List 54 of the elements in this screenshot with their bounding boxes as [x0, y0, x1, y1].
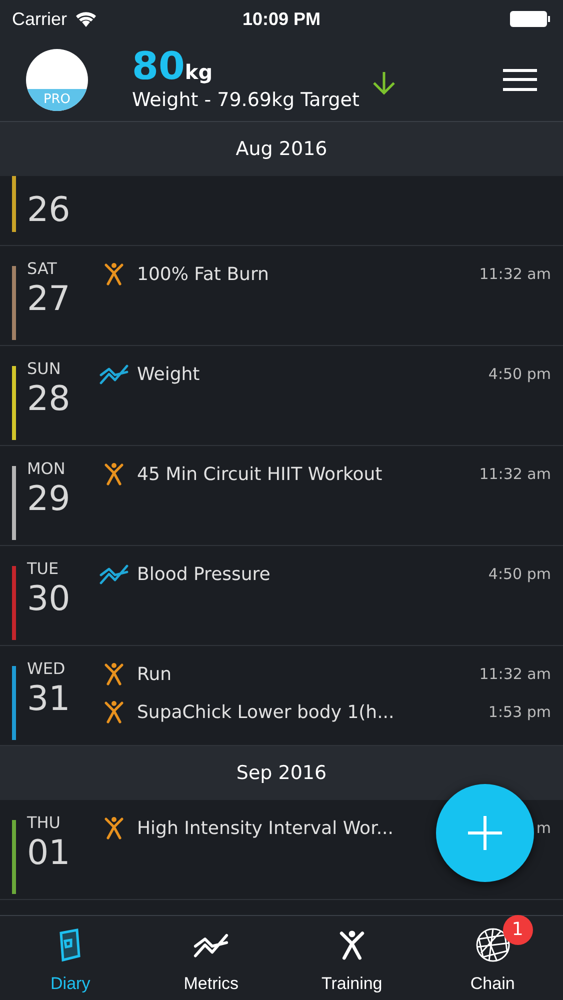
day-number: 27 [27, 278, 72, 320]
entry-time: 4:50 pm [488, 564, 551, 585]
person-icon [104, 262, 124, 286]
person-icon [338, 928, 365, 962]
entry-title[interactable]: Run [137, 660, 172, 688]
tab-item[interactable]: Diary [0, 916, 141, 1000]
day-number: 28 [27, 378, 72, 420]
day-number: 31 [27, 678, 72, 720]
weight-target: Weight - 79.69kg Target [132, 88, 360, 112]
entry-time: 11:32 am [479, 264, 551, 285]
entry-time: 11:32 am [479, 664, 551, 685]
tab-item[interactable]: Training [282, 916, 422, 1000]
weekday-label: SAT [27, 260, 58, 278]
month-header: Aug 2016 [0, 122, 563, 176]
weekday-label: WED [27, 660, 66, 678]
wifi-icon [75, 11, 98, 27]
book-icon [57, 928, 84, 962]
entry-title[interactable]: High Intensity Interval Wor... [137, 814, 394, 842]
person-icon [104, 462, 124, 486]
plus-icon [468, 816, 502, 850]
pro-badge: PRO [26, 88, 88, 110]
entry-title[interactable]: SupaChick Lower body 1(h... [137, 698, 394, 726]
weekday-label: THU [27, 814, 62, 832]
weekday-label: SUN [27, 360, 62, 378]
month-header: Sep 2016 [0, 746, 563, 800]
day-number: 29 [27, 478, 72, 520]
weight-unit: kg [184, 58, 213, 86]
weekday-label: MON [27, 460, 66, 478]
diary-day-row[interactable]: 26 [0, 176, 563, 246]
weekday-label: TUE [27, 560, 60, 578]
carrier-label: Carrier [12, 8, 68, 30]
chart-line-icon [99, 563, 129, 585]
chart-line-icon [99, 363, 129, 385]
person-icon [104, 700, 124, 724]
globe-icon [474, 926, 511, 962]
entry-title[interactable]: 100% Fat Burn [137, 260, 269, 288]
person-icon [104, 816, 124, 840]
entry-time: m [536, 818, 551, 839]
day-number: 30 [27, 578, 72, 620]
entry-time: 1:53 pm [488, 702, 551, 723]
entry-title[interactable]: Weight [137, 360, 200, 388]
notification-badge: 1 [502, 914, 533, 944]
day-number: 01 [27, 832, 72, 874]
entry-time: 11:32 am [479, 464, 551, 485]
entry-title[interactable]: 45 Min Circuit HIIT Workout [137, 460, 382, 488]
tab-item[interactable]: Metrics [140, 916, 282, 1000]
battery-icon [509, 10, 551, 28]
weight-value: 80 [132, 46, 185, 86]
clock-label: 10:09 PM [242, 8, 321, 30]
day-number: 26 [27, 189, 72, 231]
person-icon [104, 662, 124, 686]
entry-time: 4:50 pm [488, 364, 551, 385]
entry-title[interactable]: Blood Pressure [137, 560, 270, 588]
tab-item[interactable]: 1 Chain [422, 916, 563, 1000]
